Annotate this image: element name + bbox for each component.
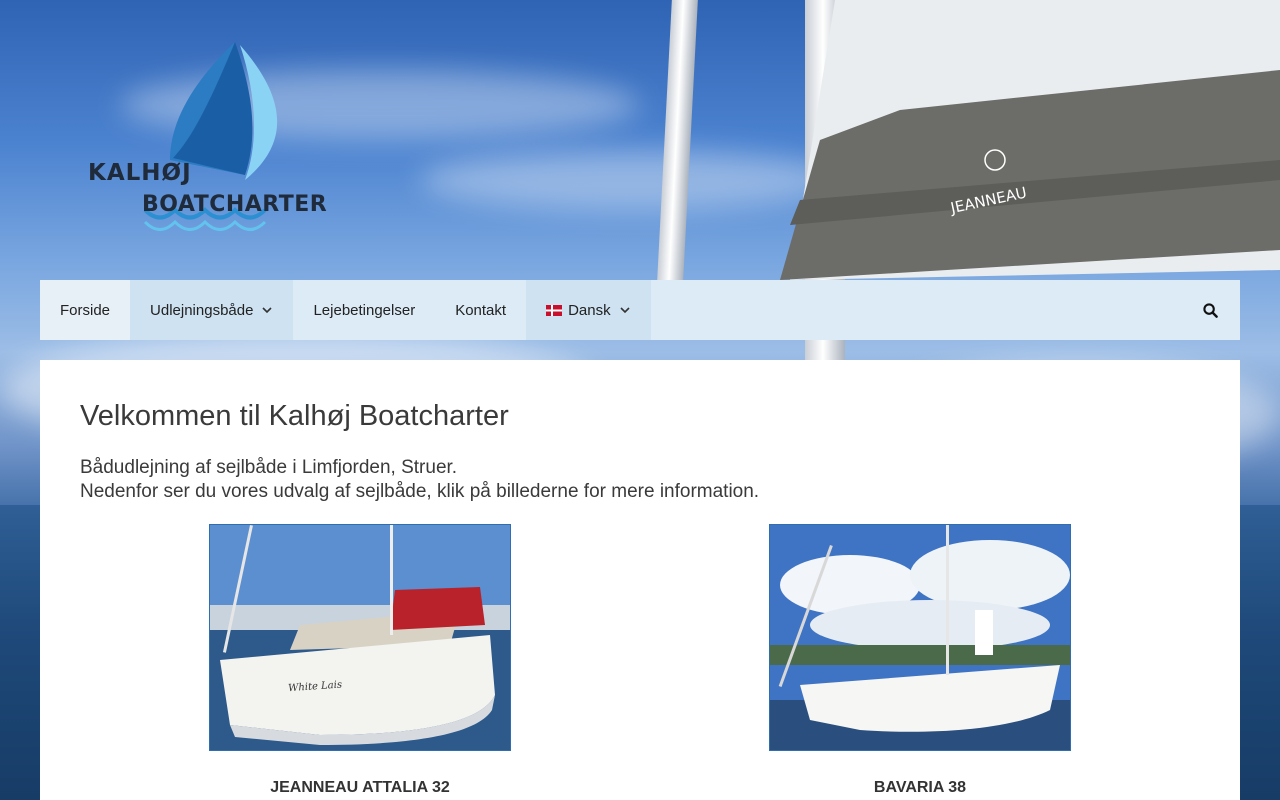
site-logo[interactable]: KALHØJ BOATCHARTER: [85, 40, 335, 245]
page-title: Velkommen til Kalhøj Boatcharter: [80, 400, 509, 432]
search-icon: [1203, 302, 1218, 318]
boat-photo-bavaria[interactable]: [769, 524, 1071, 751]
boat-card-jeanneau[interactable]: White Lais JEANNEAU ATTALIA 32: [209, 524, 511, 797]
nav-label: Forside: [60, 301, 111, 319]
nav-label: Dansk: [568, 301, 611, 319]
logo-line1: KALHØJ: [88, 160, 192, 186]
boat-photo-jeanneau[interactable]: White Lais: [209, 524, 511, 751]
nav-label: Udlejningsbåde: [150, 301, 254, 319]
nav-item-lejebetingelser[interactable]: Lejebetingelser: [293, 280, 435, 340]
intro-text: Bådudlejning af sejlbåde i Limfjorden, S…: [80, 456, 759, 504]
main-content: Velkommen til Kalhøj Boatcharter Bådudle…: [40, 360, 1240, 800]
search-button[interactable]: [1181, 280, 1240, 340]
main-navigation: Forside Udlejningsbåde Lejebetingelser K…: [40, 280, 1240, 340]
nav-label: Lejebetingelser: [313, 301, 416, 319]
boat-card-bavaria[interactable]: BAVARIA 38: [769, 524, 1071, 797]
intro-line-1: Bådudlejning af sejlbåde i Limfjorden, S…: [80, 457, 458, 478]
nav-item-forside[interactable]: Forside: [40, 280, 131, 340]
chevron-down-icon: [262, 307, 273, 314]
logo-line2: BOATCHARTER: [142, 192, 328, 217]
nav-item-udlejningsbade[interactable]: Udlejningsbåde: [130, 280, 294, 340]
boat-name[interactable]: JEANNEAU ATTALIA 32: [209, 779, 511, 797]
nav-item-kontakt[interactable]: Kontakt: [435, 280, 526, 340]
nav-label: Kontakt: [455, 301, 507, 319]
nav-item-language[interactable]: Dansk: [526, 280, 651, 340]
boat-name[interactable]: BAVARIA 38: [769, 779, 1071, 797]
chevron-down-icon: [620, 307, 630, 314]
danish-flag-icon: [546, 304, 563, 316]
intro-line-2: Nedenfor ser du vores udvalg af sejlbåde…: [80, 481, 760, 502]
